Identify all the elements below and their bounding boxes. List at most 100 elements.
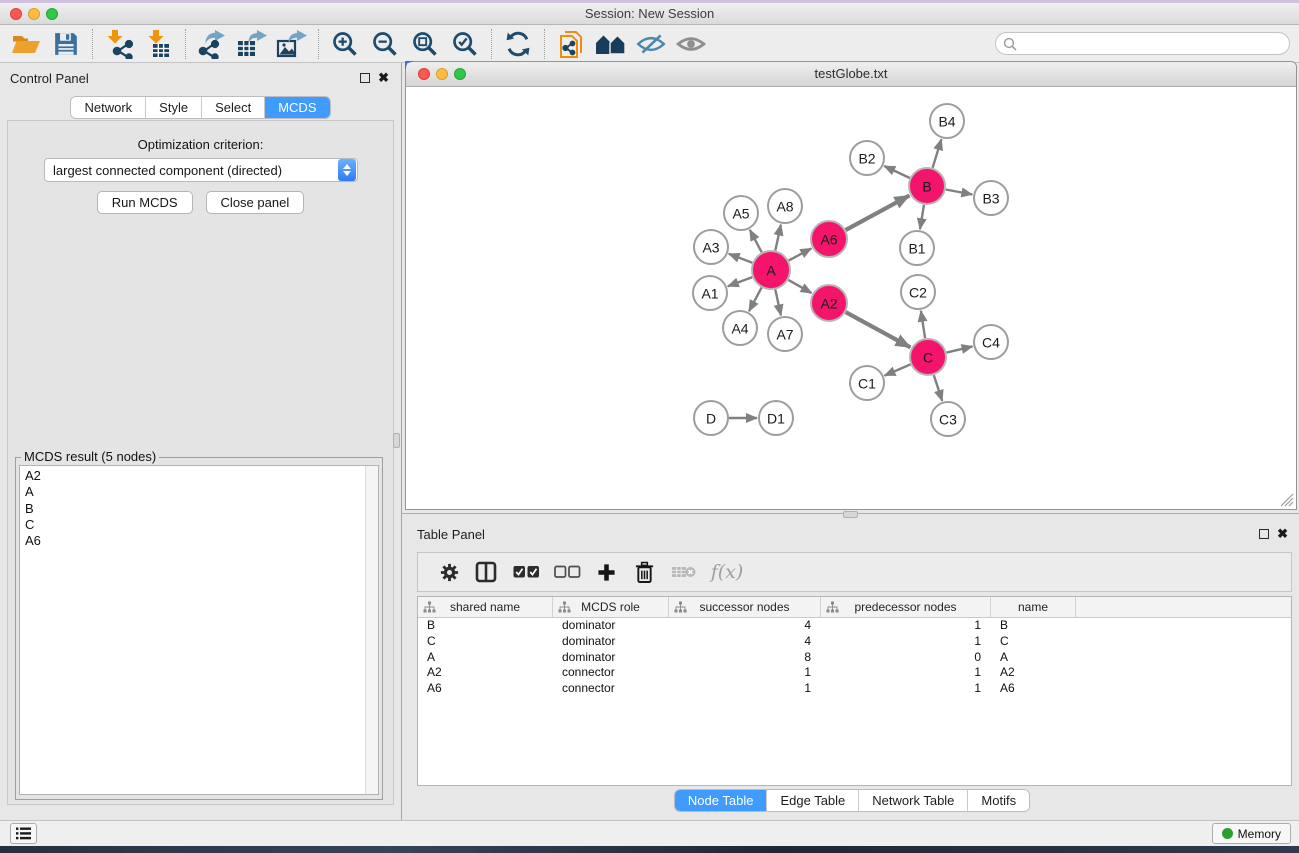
mcds-result-list[interactable]: A2ABCA6 (19, 465, 379, 795)
mcds-result-item[interactable]: A2 (20, 468, 378, 484)
table-cell: A2 (991, 665, 1076, 681)
network-window-titlebar[interactable]: testGlobe.txt (406, 62, 1296, 87)
table-row[interactable]: Cdominator41C (418, 634, 1291, 650)
open-file-button[interactable] (6, 26, 46, 62)
mcds-result-item[interactable]: A (20, 484, 378, 500)
node-label-B2: B2 (858, 151, 875, 167)
delete-table-icon (671, 564, 696, 580)
mcds-result-scrollbar[interactable] (365, 466, 378, 794)
column-type-icon (558, 601, 571, 614)
edge-C-C4[interactable] (947, 346, 973, 352)
edge-B-B2[interactable] (884, 166, 910, 178)
edge-A-A2[interactable] (788, 280, 811, 293)
table-cell: 1 (821, 618, 991, 634)
table-row[interactable]: A6connector11A6 (418, 681, 1291, 697)
column-header-shared-name[interactable]: shared name (418, 597, 553, 617)
column-header-MCDS-role[interactable]: MCDS role (553, 597, 669, 617)
create-column-button[interactable] (587, 553, 625, 591)
column-header-name[interactable]: name (991, 597, 1076, 617)
panel-splitter-vertical[interactable] (401, 63, 402, 820)
table-tab-motifs[interactable]: Motifs (968, 790, 1029, 811)
edge-C-C2[interactable] (921, 311, 925, 338)
edge-A-A1[interactable] (728, 277, 753, 286)
export-table-button[interactable] (232, 26, 272, 62)
table-row[interactable]: Adominator80A (418, 650, 1291, 666)
splitter-handle-horizontal[interactable] (843, 511, 858, 518)
save-session-button[interactable] (46, 26, 86, 62)
deselect-all-columns-button[interactable] (547, 553, 587, 591)
memory-button[interactable]: Memory (1212, 823, 1291, 844)
edge-B-B4[interactable] (933, 139, 942, 168)
float-panel-icon[interactable] (360, 73, 370, 83)
show-panels-menu-button[interactable] (10, 823, 37, 844)
tab-select[interactable]: Select (202, 97, 265, 118)
new-network-from-selection-button[interactable] (551, 26, 591, 62)
table-settings-button[interactable] (431, 553, 467, 591)
network-window-title: testGlobe.txt (406, 62, 1296, 87)
splitter-handle[interactable] (393, 433, 400, 448)
run-mcds-button[interactable]: Run MCDS (97, 191, 193, 214)
edge-A-A3[interactable] (729, 254, 753, 263)
edge-A-A4[interactable] (749, 288, 762, 312)
tab-style[interactable]: Style (146, 97, 202, 118)
search-box (995, 32, 1290, 55)
mcds-result-item[interactable]: C (20, 517, 378, 533)
node-label-A3: A3 (702, 240, 719, 256)
edge-A-A5[interactable] (750, 230, 762, 253)
export-image-button[interactable] (272, 26, 312, 62)
zoom-out-button[interactable] (365, 26, 405, 62)
tab-mcds[interactable]: MCDS (265, 97, 329, 118)
table-tab-edge-table[interactable]: Edge Table (767, 790, 859, 811)
column-header-successor-nodes[interactable]: successor nodes (669, 597, 821, 617)
show-all-button[interactable] (671, 26, 711, 62)
edge-C-C1[interactable] (885, 364, 911, 375)
edge-B-B3[interactable] (946, 190, 973, 195)
search-input[interactable] (1017, 35, 1289, 53)
mcds-result-item[interactable]: A6 (20, 533, 378, 549)
float-table-panel-icon[interactable] (1259, 529, 1269, 539)
edge-A6-B[interactable] (846, 196, 910, 231)
trash-icon (635, 561, 654, 584)
table-row[interactable]: A2connector11A2 (418, 665, 1291, 681)
mcds-tab-content: Optimization criterion: largest connecte… (7, 120, 394, 805)
first-neighbors-button[interactable] (591, 26, 631, 62)
zoom-selected-button[interactable] (445, 26, 485, 62)
toolbar-separator (185, 29, 186, 59)
table-tab-node-table[interactable]: Node Table (675, 790, 768, 811)
import-table-button[interactable] (139, 26, 179, 62)
refresh-view-button[interactable] (498, 26, 538, 62)
edge-C-C3[interactable] (934, 375, 942, 401)
hide-selected-button[interactable] (631, 26, 671, 62)
node-label-B4: B4 (938, 114, 955, 130)
table-cell: 1 (669, 665, 821, 681)
edge-A2-C[interactable] (846, 312, 911, 347)
table-cell: C (418, 634, 553, 650)
select-all-columns-button[interactable] (505, 553, 547, 591)
node-label-A4: A4 (731, 321, 748, 337)
zoom-fit-button[interactable] (405, 26, 445, 62)
list-menu-icon (16, 827, 31, 840)
export-network-button[interactable] (192, 26, 232, 62)
close-panel-button[interactable]: Close panel (206, 191, 305, 214)
network-canvas[interactable]: B4B2BB3A8A5A6A3B1AA1C2A2A4A7C4CC1DD1C3 (406, 88, 1296, 509)
show-column-selector-button[interactable] (467, 553, 505, 591)
save-session-icon (53, 31, 79, 57)
close-table-panel-icon[interactable]: ✖ (1277, 526, 1288, 542)
edge-A-A7[interactable] (775, 290, 781, 316)
zoom-in-button[interactable] (325, 26, 365, 62)
column-header-predecessor-nodes[interactable]: predecessor nodes (821, 597, 991, 617)
delete-column-button[interactable] (625, 553, 663, 591)
edge-A-A8[interactable] (775, 225, 781, 251)
close-panel-icon[interactable]: ✖ (378, 70, 389, 86)
table-tab-network-table[interactable]: Network Table (859, 790, 968, 811)
window-resize-grip[interactable] (1280, 493, 1294, 507)
edge-B-B1[interactable] (920, 205, 924, 229)
mcds-result-item[interactable]: B (20, 501, 378, 517)
optimization-criterion-select[interactable]: largest connected component (directed) (44, 158, 358, 182)
application-window: Session: New Session (0, 0, 1299, 853)
import-network-button[interactable] (99, 26, 139, 62)
table-row[interactable]: Bdominator41B (418, 618, 1291, 634)
edge-A-A6[interactable] (789, 248, 812, 260)
tab-network[interactable]: Network (71, 97, 146, 118)
column-type-icon (674, 601, 687, 614)
